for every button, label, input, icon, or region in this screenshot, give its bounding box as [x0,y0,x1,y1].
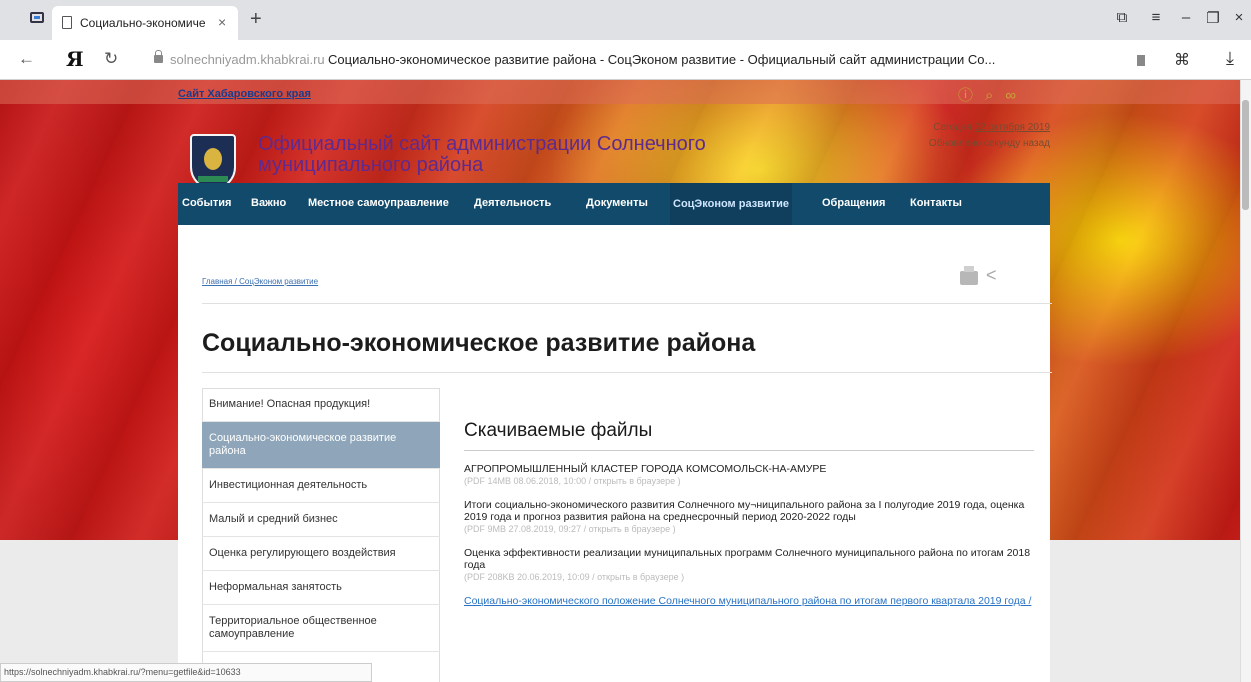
file-item: АГРОПРОМЫШЛЕННЫЙ КЛАСТЕР ГОРОДА КОМСОМОЛ… [464,463,1034,487]
nav-item-documents[interactable]: Документы [586,197,648,209]
new-tab-button[interactable]: + [250,8,262,31]
nav-item-activity[interactable]: Деятельность [474,197,551,209]
accessibility-glasses-icon[interactable]: ∞ [1005,87,1028,104]
bookmark-icon[interactable] [1137,55,1145,66]
close-window-icon[interactable]: × [1229,9,1249,26]
minimize-icon[interactable]: – [1176,9,1196,26]
tab-title: Социально-экономиче [80,16,206,30]
nav-item-socecon[interactable]: СоцЭконом развитие [670,183,792,225]
site-title[interactable]: Официальный сайт администрации Солнечног… [258,134,728,176]
page-title: Социально-экономическое развитие района [202,329,756,357]
nav-item-events[interactable]: События [182,197,231,209]
url-page-title[interactable]: Социально-экономическое развитие района … [328,52,1048,67]
file-meta[interactable]: (PDF 14MB 08.06.2018, 10:00 / открыть в … [464,475,1034,487]
main-nav: События Важно Местное самоуправление Дея… [178,183,1050,225]
file-name[interactable]: Итоги социально-экономического развития … [464,499,1034,523]
yandex-logo[interactable]: Я [66,47,84,71]
files-title: Скачиваемые файлы [464,420,1034,451]
lock-icon[interactable] [154,50,163,63]
file-item: Социально-экономического положение Солне… [464,595,1034,607]
page-icon [62,16,72,29]
date-box: Сегодня 02 октября 2019 Обновлено секунд… [894,120,1050,152]
sidebar-item-public-self-government[interactable]: Территориальное общественное самоуправле… [202,605,440,652]
file-meta[interactable]: (PDF 208KB 20.06.2019, 10:09 / открыть в… [464,571,1034,583]
tab-close-icon[interactable]: × [218,14,226,30]
file-meta[interactable]: (PDF 9MB 27.08.2019, 09:27 / открыть в б… [464,523,1034,535]
sidebar-menu: Внимание! Опасная продукция! Социально-э… [202,388,440,652]
sidebar-item-dangerous-products[interactable]: Внимание! Опасная продукция! [202,388,440,422]
date-prefix: Сегодня [933,122,975,133]
nav-item-local-government[interactable]: Местное самоуправление [308,197,449,209]
info-icon[interactable]: ⓘ [958,87,985,104]
status-bar-url: https://solnechniyadm.khabkrai.ru/?menu=… [0,663,372,682]
bookmarks-panel-icon[interactable]: ⧉ [1112,9,1132,26]
sidebar-item-socecon-development[interactable]: Социально-экономическое развитие района [202,422,440,469]
downloadable-files: Скачиваемые файлы АГРОПРОМЫШЛЕННЫЙ КЛАСТ… [464,420,1034,607]
file-name[interactable]: АГРОПРОМЫШЛЕННЫЙ КЛАСТЕР ГОРОДА КОМСОМОЛ… [464,463,1034,475]
download-icon[interactable]: ⤓ [1226,48,1234,69]
kray-site-link[interactable]: Сайт Хабаровского края [178,88,311,100]
sidebar-item-small-business[interactable]: Малый и средний бизнес [202,503,440,537]
web-page: Сайт Хабаровского края ⓘ⌕∞ Официальный с… [0,80,1251,682]
sidebar-item-investment[interactable]: Инвестиционная деятельность [202,469,440,503]
sidebar-item-regulatory-assessment[interactable]: Оценка регулирующего воздействия [202,537,440,571]
reload-icon[interactable]: ↻ [104,49,118,69]
divider [202,372,1052,373]
file-link-hovered[interactable]: Социально-экономического положение Солне… [464,595,1034,607]
nav-item-important[interactable]: Важно [251,197,286,209]
restore-icon[interactable]: ❐ [1203,9,1223,27]
browser-tab-bar: Социально-экономиче × + ⧉ ≡ – ❐ × [0,0,1251,40]
sidebar-item-informal-employment[interactable]: Неформальная занятость [202,571,440,605]
translate-icon[interactable]: ⌘ [1174,50,1190,70]
date-value[interactable]: 02 октября 2019 [974,122,1050,133]
back-arrow-icon[interactable]: ← [18,49,35,69]
breadcrumb[interactable]: Главная / СоцЭконом развитие [202,277,318,286]
scrollbar[interactable] [1240,80,1251,682]
search-icon[interactable]: ⌕ [985,87,1005,104]
content-panel: Главная / СоцЭконом развитие < Социально… [178,225,1052,682]
nav-item-appeals[interactable]: Обращения [822,197,885,209]
share-icon[interactable]: < [986,265,997,286]
address-bar: ← Я ↻ solnechniyadm.khabkrai.ru Социальн… [0,40,1251,80]
url-domain[interactable]: solnechniyadm.khabkrai.ru [170,52,325,67]
file-item: Итоги социально-экономического развития … [464,499,1034,535]
scroll-thumb[interactable] [1242,100,1249,210]
tabs-overview-icon[interactable] [30,12,44,23]
coat-of-arms-logo[interactable] [190,134,236,190]
print-icon[interactable] [960,266,978,285]
browser-tab[interactable]: Социально-экономиче × [52,6,238,40]
top-tools: ⓘ⌕∞ [958,84,1028,105]
file-name[interactable]: Оценка эффективности реализации муниципа… [464,547,1034,571]
divider [202,303,1052,304]
file-item: Оценка эффективности реализации муниципа… [464,547,1034,583]
nav-item-contacts[interactable]: Контакты [910,197,962,209]
updated-text: Обновлено секунду назад [928,138,1050,149]
menu-icon[interactable]: ≡ [1146,9,1166,26]
